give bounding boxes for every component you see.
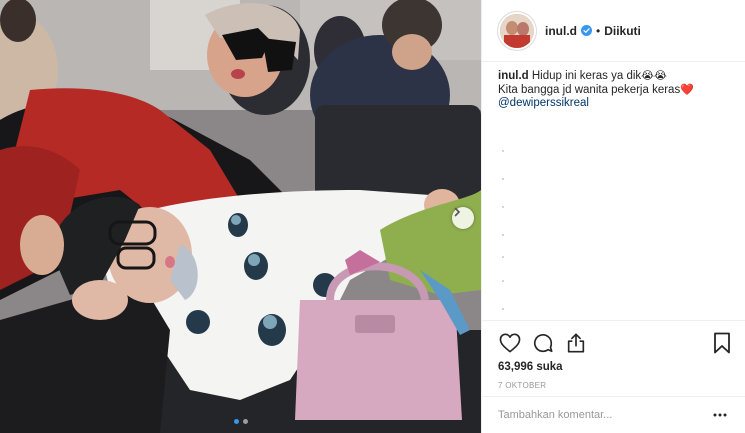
action-icon-row bbox=[498, 327, 730, 359]
carousel-dot-active bbox=[233, 419, 239, 424]
more-options-button[interactable] bbox=[710, 407, 730, 423]
caption-spacer-dot bbox=[502, 206, 504, 208]
caption-spacer-dot bbox=[502, 150, 504, 152]
avatar-image bbox=[500, 13, 534, 48]
post-actions: 63,996 suka 7 OKTOBER bbox=[482, 320, 745, 390]
carousel-next-button[interactable] bbox=[452, 207, 474, 229]
like-button[interactable] bbox=[498, 331, 522, 355]
share-icon bbox=[567, 333, 585, 353]
share-button[interactable] bbox=[564, 331, 588, 355]
add-comment-section bbox=[482, 396, 745, 433]
carousel-dot bbox=[242, 419, 248, 424]
heart-icon bbox=[499, 333, 521, 353]
caption-emoji-1: 😭😭 bbox=[641, 70, 667, 82]
more-dots-icon bbox=[713, 413, 727, 417]
caption-spacer-dot bbox=[502, 234, 504, 236]
post-photo[interactable] bbox=[0, 0, 481, 433]
caption-emoji-2: ❤️ bbox=[680, 83, 694, 96]
carousel-indicator bbox=[0, 419, 481, 424]
comment-bubble-icon bbox=[533, 334, 553, 353]
post-date[interactable]: 7 OKTOBER bbox=[498, 381, 730, 390]
verified-badge-icon bbox=[581, 25, 592, 36]
avatar[interactable] bbox=[498, 11, 536, 50]
comment-button[interactable] bbox=[531, 331, 555, 355]
caption-text-2: Kita bangga jd wanita pekerja keras bbox=[498, 83, 681, 96]
save-button[interactable] bbox=[710, 331, 734, 355]
photo-illustration bbox=[0, 0, 481, 433]
instagram-post: inul.d • Diikuti inul.d Hidup ini keras … bbox=[0, 0, 745, 433]
comment-input[interactable] bbox=[498, 409, 710, 421]
post-header: inul.d • Diikuti bbox=[482, 0, 745, 62]
caption-mention[interactable]: @dewiperssikreal bbox=[498, 97, 589, 109]
follow-status-button[interactable]: Diikuti bbox=[604, 24, 641, 38]
chevron-right-icon bbox=[454, 207, 461, 217]
caption-username[interactable]: inul.d bbox=[498, 70, 532, 82]
caption-spacer-dot bbox=[502, 308, 504, 310]
caption-line-2: Kita bangga jd wanita pekerja keras❤️ bbox=[498, 84, 734, 98]
post-side-panel: inul.d • Diikuti inul.d Hidup ini keras … bbox=[481, 0, 745, 433]
header-username[interactable]: inul.d bbox=[545, 24, 577, 38]
caption-line-3: @dewiperssikreal bbox=[498, 97, 734, 111]
caption-spacer-dot bbox=[502, 178, 504, 180]
caption-spacer-dot bbox=[502, 256, 504, 258]
caption-area: inul.d Hidup ini keras ya dik😭😭 Kita ban… bbox=[498, 70, 734, 314]
bookmark-icon bbox=[714, 332, 730, 354]
caption-spacer-dot bbox=[502, 280, 504, 282]
caption-line-1: inul.d Hidup ini keras ya dik😭😭 bbox=[498, 70, 734, 84]
caption-text-1: Hidup ini keras ya dik bbox=[531, 70, 642, 82]
like-count[interactable]: 63,996 suka bbox=[498, 361, 730, 373]
header-separator: • bbox=[596, 23, 601, 38]
